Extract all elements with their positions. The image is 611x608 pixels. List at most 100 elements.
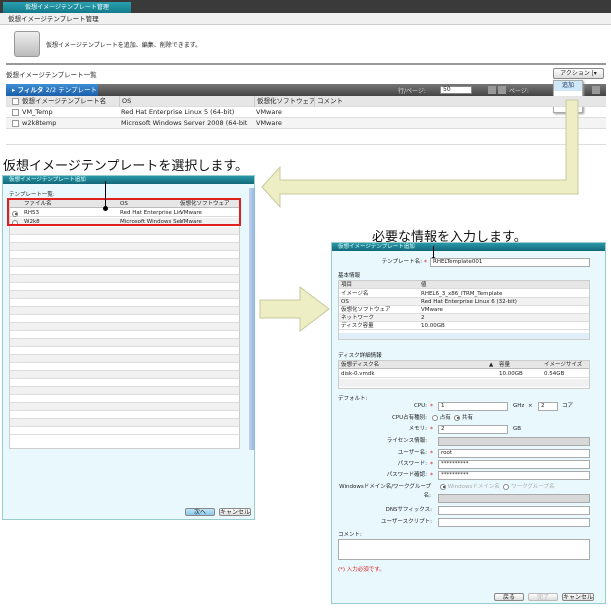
empty-row: [10, 227, 239, 235]
column-header: 項目: [341, 282, 353, 288]
required-note: (*) 入力必須です。: [338, 567, 385, 573]
empty-row: [339, 379, 589, 387]
license-input: [438, 437, 590, 446]
radio-label: 共有: [462, 415, 474, 421]
disk-header: 仮想ディスク名 ▲ 容量 イメージサイズ: [339, 361, 589, 369]
cell: OS: [341, 299, 349, 305]
disk-row: disk-0.vmdk 10.00GB 0.54GB: [339, 370, 589, 378]
cell: イメージ名: [341, 291, 369, 297]
user-script-input[interactable]: [438, 518, 590, 527]
disk-info-label: ディスク詳細情報: [338, 353, 382, 359]
template-list: ファイル名 OS 仮想化ソフトウェア RH53 Red Hat Enterpri…: [9, 199, 240, 449]
empty-row: [10, 395, 239, 403]
cell: RHEL6_3_x86_ITRM_Template: [421, 291, 503, 297]
cpu-share-label: CPU占有種別:: [391, 415, 427, 421]
column-header: 値: [421, 282, 427, 288]
empty-rows: [10, 227, 239, 435]
memory-input[interactable]: 2: [438, 425, 508, 434]
column-header[interactable]: 容量: [499, 361, 510, 369]
dialog-title: 仮想イメージテンプレート追加: [3, 176, 254, 184]
required-mark: *: [430, 461, 433, 468]
input-template-dialog: 仮想イメージテンプレート追加 テンプレート名: * RHELTemplate00…: [331, 242, 606, 604]
radio-workgroup: [503, 483, 510, 490]
empty-row: [10, 371, 239, 379]
required-mark: *: [424, 259, 427, 266]
cpu-label: CPU:: [413, 403, 427, 409]
domain-label: Windowsドメイン名/ワークグループ名:: [339, 484, 431, 499]
user-input[interactable]: root: [438, 449, 590, 458]
cpu-input[interactable]: 1: [438, 402, 508, 411]
empty-row: [10, 283, 239, 291]
scrollbar[interactable]: [249, 188, 255, 450]
empty-row: [10, 331, 239, 339]
basic-header: 項目 値: [339, 281, 589, 289]
empty-row: [10, 307, 239, 315]
highlight-box: [7, 198, 241, 226]
comment-label: コメント:: [338, 532, 362, 538]
basic-row: ネットワーク 2: [339, 314, 589, 322]
radio-label: 占有: [439, 415, 451, 421]
domain-radios: Windowsドメイン名 ワークグループ名: [440, 483, 555, 492]
column-header[interactable]: イメージサイズ: [544, 361, 582, 369]
empty-row: [10, 379, 239, 387]
horizontal-scrollbar[interactable]: [339, 333, 589, 339]
select-template-dialog: 仮想イメージテンプレート追加 テンプレート一覧: ファイル名 OS 仮想化ソフト…: [2, 175, 255, 520]
user-label: ユーザー名:: [397, 450, 427, 456]
empty-row: [10, 323, 239, 331]
cell: 10.00GB: [421, 323, 445, 329]
empty-row: [10, 299, 239, 307]
password-confirm-input[interactable]: **********: [438, 471, 590, 480]
template-name-label: テンプレート名:: [381, 259, 422, 265]
arrow-to-select-dialog: [261, 99, 579, 209]
cancel-button[interactable]: キャンセル: [562, 593, 594, 601]
cancel-button[interactable]: キャンセル: [219, 508, 251, 516]
template-name-input[interactable]: RHELTemplate001: [430, 258, 590, 267]
dns-input[interactable]: [438, 506, 590, 515]
memory-label: メモリ:: [408, 426, 427, 432]
empty-row: [10, 355, 239, 363]
cell: 仮想化ソフトウェア: [341, 307, 391, 313]
core-input[interactable]: 2: [538, 402, 558, 411]
comment-textarea[interactable]: [338, 539, 590, 560]
caption-select: 仮想イメージテンプレートを選択します。: [3, 159, 249, 174]
next-button[interactable]: 次へ: [185, 508, 215, 516]
default-label: デフォルト:: [338, 396, 368, 402]
cell: ディスク容量: [341, 323, 374, 329]
finish-button: 完了: [528, 593, 558, 601]
radio-label: ワークグループ名: [511, 484, 555, 490]
cpu-share-radios: 占有 共有: [432, 414, 473, 423]
basic-info-label: 基本情報: [338, 273, 361, 279]
cell-disk: disk-0.vmdk: [341, 371, 375, 377]
empty-row: [10, 387, 239, 395]
cpu-unit: GHz: [513, 403, 525, 409]
column-header[interactable]: 仮想ディスク名: [341, 361, 379, 369]
callout-line: [105, 181, 106, 207]
radio-label: Windowsドメイン名: [447, 484, 500, 490]
radio-dedicated[interactable]: [432, 414, 438, 421]
cell-image-size: 0.54GB: [544, 371, 565, 377]
empty-row: [10, 259, 239, 267]
radio-shared[interactable]: [454, 414, 461, 421]
password-label: パスワード:: [397, 461, 427, 467]
back-button[interactable]: 戻る: [494, 593, 524, 601]
empty-row: [10, 419, 239, 427]
cell: VMware: [421, 307, 443, 313]
required-mark: *: [430, 403, 433, 410]
empty-row: [10, 251, 239, 259]
empty-row: [10, 339, 239, 347]
empty-row: [10, 347, 239, 355]
domain-input: [438, 494, 590, 503]
callout-dot: [103, 206, 108, 211]
required-mark: *: [430, 426, 433, 433]
times-sign: ×: [528, 403, 533, 409]
core-unit: コア: [562, 403, 574, 409]
disk-info-table: 仮想ディスク名 ▲ 容量 イメージサイズ disk-0.vmdk 10.00GB…: [338, 360, 590, 389]
cell-capacity: 10.00GB: [499, 371, 523, 377]
sort-asc-icon[interactable]: ▲: [489, 361, 493, 369]
empty-row: [10, 363, 239, 371]
basic-info-table: 項目 値イメージ名 RHEL6_3_x86_ITRM_Template OS Red H…: [338, 280, 590, 340]
password-input[interactable]: **********: [438, 460, 590, 469]
basic-row: 仮想化ソフトウェア VMware: [339, 306, 589, 314]
empty-row: [10, 403, 239, 411]
empty-row: [10, 427, 239, 435]
